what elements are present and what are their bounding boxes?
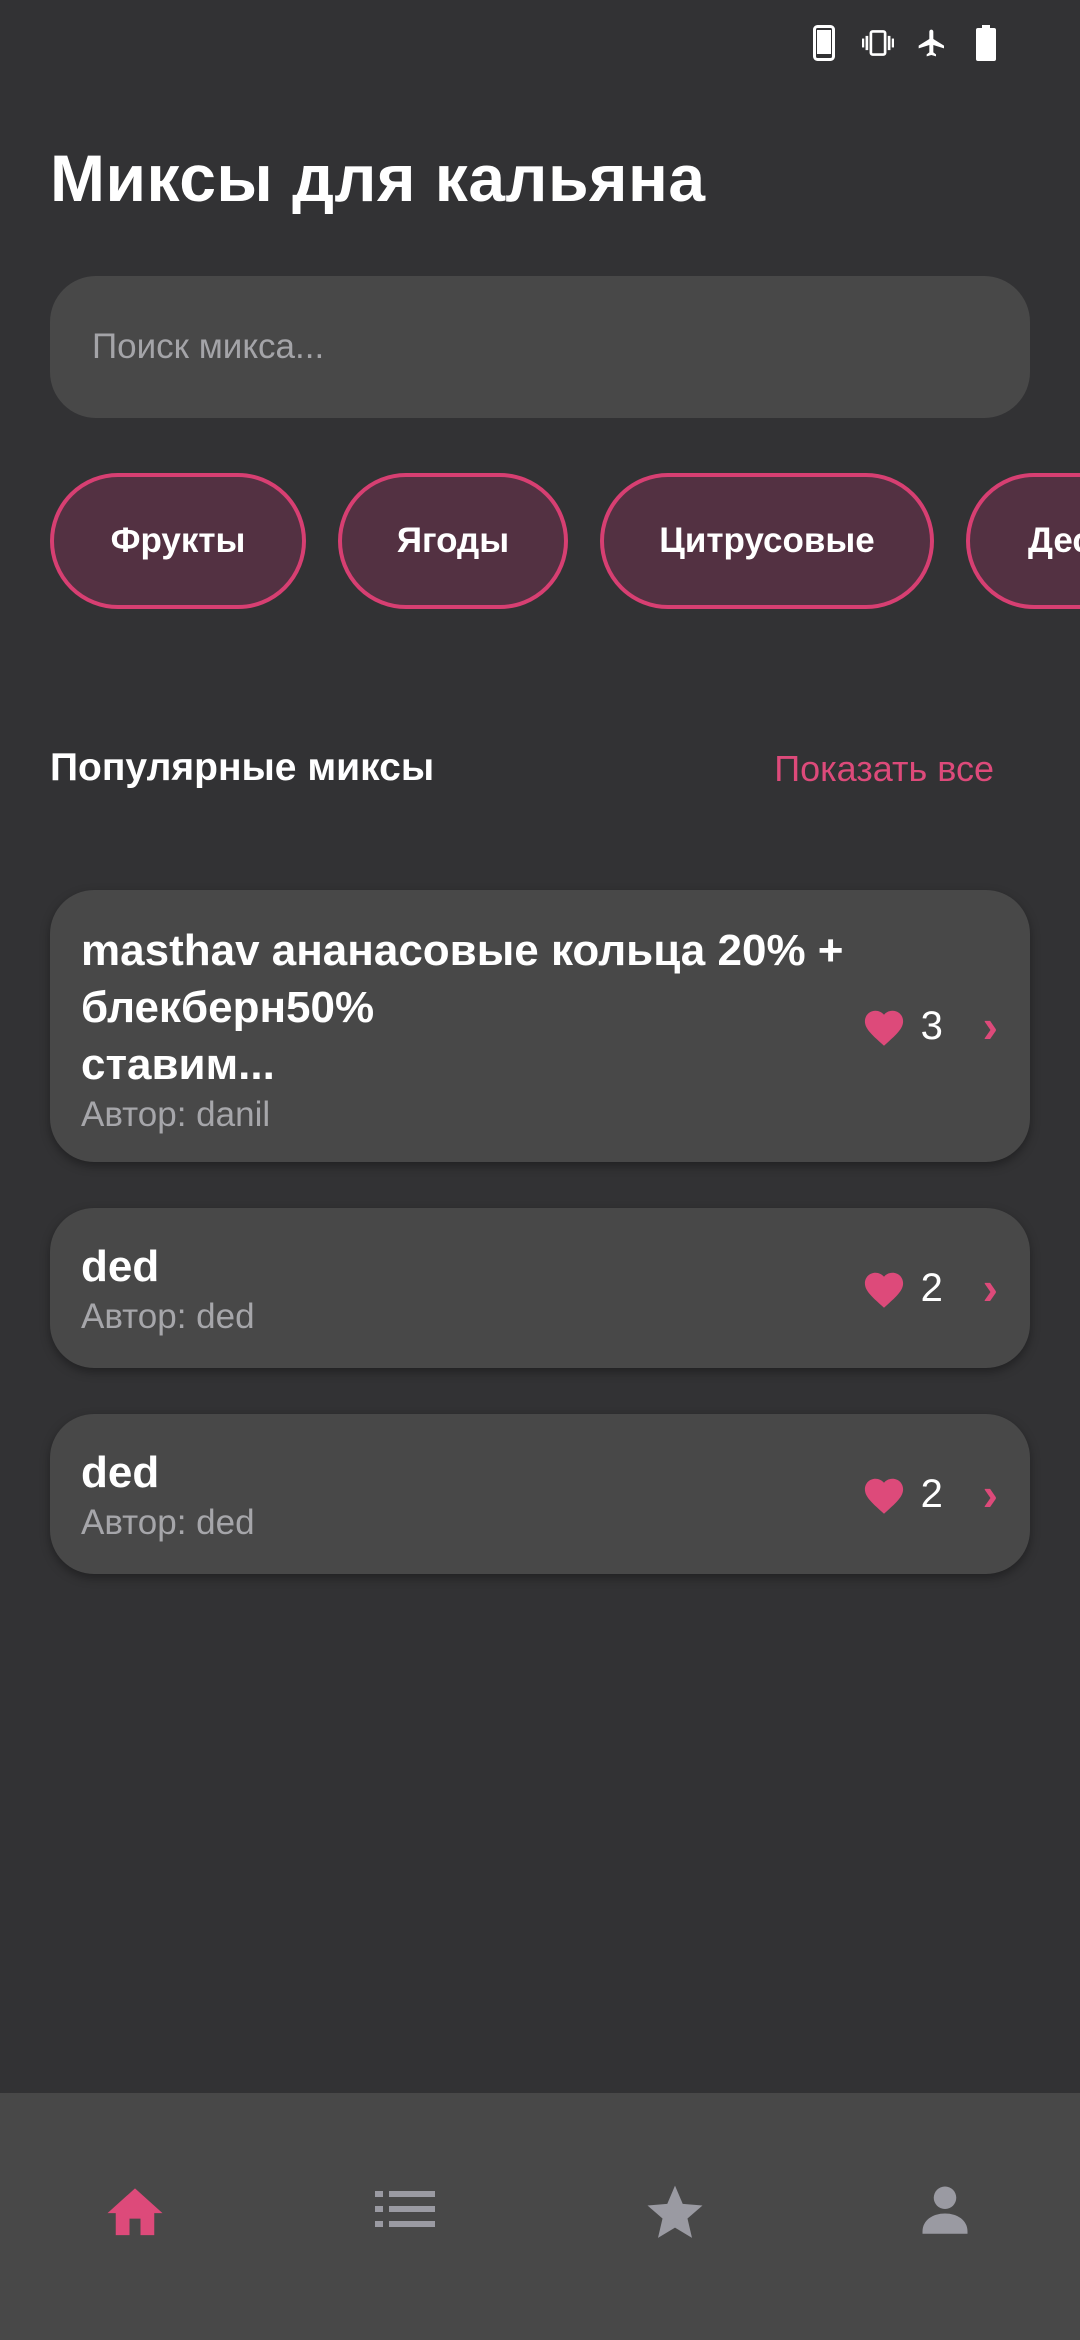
nav-favorites[interactable] xyxy=(595,2152,755,2272)
mix-list: masthav ананасовые кольца 20% + блекберн… xyxy=(50,890,1030,1620)
like-count: 2 xyxy=(920,1471,943,1516)
show-all-link[interactable]: Показать все xyxy=(774,748,994,790)
mix-card[interactable]: masthav ананасовые кольца 20% + блекберн… xyxy=(50,890,1030,1162)
nav-list[interactable] xyxy=(325,2152,485,2272)
mix-card[interactable]: ded Автор: ded 2 › xyxy=(50,1208,1030,1368)
like-count: 3 xyxy=(920,1003,943,1048)
mix-author: Автор: ded xyxy=(81,1297,255,1336)
chevron-right-icon: › xyxy=(982,1262,998,1314)
category-chip-berries[interactable]: Ягоды xyxy=(338,473,568,609)
mix-title: ded xyxy=(81,1242,160,1291)
profile-icon xyxy=(918,2182,972,2241)
category-chip-desserts[interactable]: Десерты xyxy=(966,473,1080,609)
list-icon xyxy=(375,2189,435,2234)
mix-author: Автор: ded xyxy=(81,1503,255,1542)
status-bar xyxy=(808,22,1002,64)
mix-likes: 3 › xyxy=(861,999,998,1053)
mix-likes: 2 › xyxy=(861,1261,998,1315)
heart-icon[interactable] xyxy=(861,1473,907,1515)
chevron-right-icon: › xyxy=(982,1000,998,1052)
home-icon xyxy=(102,2180,168,2243)
nav-home[interactable] xyxy=(55,2152,215,2272)
mix-title: ded xyxy=(81,1448,160,1497)
mix-card[interactable]: ded Автор: ded 2 › xyxy=(50,1414,1030,1574)
star-icon xyxy=(642,2177,708,2246)
heart-icon[interactable] xyxy=(861,1005,907,1047)
airplane-mode-icon xyxy=(916,23,948,63)
bottom-nav xyxy=(0,2093,1080,2340)
nav-profile[interactable] xyxy=(865,2152,1025,2272)
category-chip-citrus[interactable]: Цитрусовые xyxy=(600,473,934,609)
search-box[interactable] xyxy=(50,276,1030,418)
battery-icon xyxy=(970,23,1002,63)
search-input[interactable] xyxy=(92,327,988,367)
mix-title: masthav ананасовые кольца 20% + блекберн… xyxy=(81,926,844,1089)
heart-icon[interactable] xyxy=(861,1267,907,1309)
section-title: Популярные миксы xyxy=(50,746,435,789)
category-chip-fruits[interactable]: Фрукты xyxy=(50,473,306,609)
screen: Миксы для кальяна Фрукты Ягоды Цитрусовы… xyxy=(0,0,1080,2340)
phone-icon xyxy=(808,23,840,63)
category-chips: Фрукты Ягоды Цитрусовые Десерты xyxy=(50,473,1080,609)
mix-author: Автор: danil xyxy=(81,1095,271,1134)
like-count: 2 xyxy=(920,1265,943,1310)
page-title: Миксы для кальяна xyxy=(50,141,706,215)
vibrate-icon xyxy=(862,23,894,63)
mix-likes: 2 › xyxy=(861,1467,998,1521)
chevron-right-icon: › xyxy=(982,1468,998,1520)
